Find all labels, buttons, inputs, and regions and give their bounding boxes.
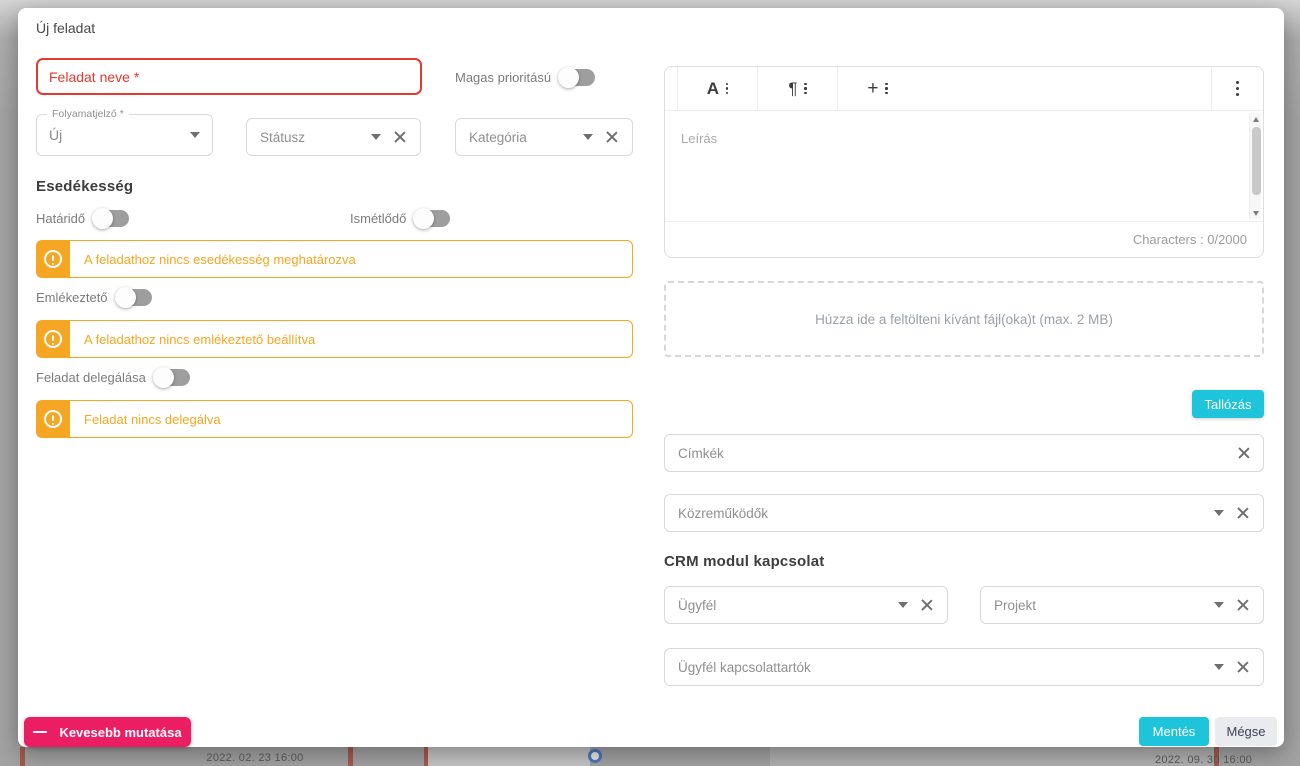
progress-select-label: Folyamatjelző * [47,108,129,120]
editor-overflow-menu-button[interactable] [1211,67,1263,110]
background-panel [770,747,1215,766]
due-section-heading: Esedékesség [36,178,133,195]
clear-icon[interactable] [1236,660,1250,674]
recurring-toggle[interactable] [416,210,450,227]
more-dots-icon [804,83,806,95]
clear-icon[interactable] [1236,598,1250,612]
kebab-menu-icon [1236,81,1239,96]
tags-input[interactable] [664,434,1264,472]
editor-toolbar: A ¶ + [665,67,1263,111]
character-counter: Characters : 0/2000 [1133,232,1247,247]
clear-icon[interactable] [605,130,619,144]
deadline-toggle[interactable] [95,210,129,227]
scroll-down-icon[interactable] [1250,207,1262,219]
due-warning-text: A feladathoz nincs esedékesség meghatáro… [84,252,356,267]
high-priority-label: Magas prioritású [455,70,551,85]
insert-menu-button[interactable]: + [837,67,917,110]
background-gantt-bar [424,747,428,766]
delegate-label: Feladat delegálása [36,370,146,385]
project-placeholder: Projekt [981,598,1214,613]
status-select[interactable]: Státusz [246,118,421,156]
progress-select-value: Új [37,127,190,143]
scrollbar-thumb[interactable] [1252,127,1261,195]
save-button[interactable]: Mentés [1139,717,1209,746]
chevron-down-icon[interactable] [898,602,908,608]
high-priority-row: Magas prioritású [455,69,595,86]
scroll-up-icon[interactable] [1250,113,1262,125]
description-editor: A ¶ + Leírás Charac [664,66,1264,258]
background-ring-icon [588,749,602,763]
reminder-label: Emlékeztető [36,290,108,305]
reminder-warning-text: A feladathoz nincs emlékeztető beállítva [84,332,315,347]
chevron-down-icon[interactable] [190,132,200,138]
chevron-down-icon[interactable] [583,134,593,140]
reminder-warning-banner: A feladathoz nincs emlékeztető beállítva [36,320,633,358]
recurring-label: Ismétlődő [350,211,406,226]
show-less-button[interactable]: Kevesebb mutatása [24,717,191,747]
file-dropzone[interactable]: Húzza ide a feltölteni kívánt fájl(oka)t… [664,281,1264,357]
client-contacts-placeholder: Ügyfél kapcsolattartók [665,660,1214,675]
due-warning-banner: A feladathoz nincs esedékesség meghatáro… [36,240,633,278]
client-select[interactable]: Ügyfél [664,586,948,624]
warning-icon [36,240,70,278]
project-select[interactable]: Projekt [980,586,1264,624]
clear-icon[interactable] [920,598,934,612]
paragraph-icon: ¶ [788,79,797,99]
progress-select[interactable]: Folyamatjelző * Új [36,114,213,156]
reminder-row: Emlékeztető [36,289,152,306]
recurring-row: Ismétlődő [350,210,450,227]
deadline-label: Határidő [36,211,85,226]
chevron-down-icon[interactable] [371,134,381,140]
font-menu-button[interactable]: A [677,67,757,110]
chevron-down-icon[interactable] [1214,510,1224,516]
more-dots-icon [726,83,728,95]
background-date-right: 2022. 09. 30 16:00 [1155,754,1300,766]
new-task-dialog: Új feladat Magas prioritású Folyamatjelz… [18,8,1284,747]
crm-section-heading: CRM modul kapcsolat [664,553,825,570]
high-priority-toggle[interactable] [561,69,595,86]
warning-icon [36,400,70,438]
delegate-toggle[interactable] [156,369,190,386]
paragraph-menu-button[interactable]: ¶ [757,67,837,110]
tags-field [664,434,1264,472]
font-icon: A [707,79,719,99]
status-select-placeholder: Státusz [247,130,371,145]
reminder-toggle[interactable] [118,289,152,306]
warning-icon [36,320,70,358]
clear-icon[interactable] [393,130,407,144]
category-select-placeholder: Kategória [456,130,583,145]
chevron-down-icon[interactable] [1214,602,1224,608]
cancel-button[interactable]: Mégse [1215,717,1277,746]
collaborators-select[interactable]: Közreműködők [664,494,1264,532]
delegate-row: Feladat delegálása [36,369,190,386]
delegate-warning-text: Feladat nincs delegálva [84,412,221,427]
editor-scrollbar[interactable] [1249,113,1261,219]
collaborators-placeholder: Közreműködők [665,506,1214,521]
category-select[interactable]: Kategória [455,118,633,156]
dialog-title: Új feladat [36,20,95,36]
chevron-down-icon[interactable] [1214,664,1224,670]
minus-icon [33,731,47,734]
client-contacts-select[interactable]: Ügyfél kapcsolattartók [664,648,1264,686]
client-placeholder: Ügyfél [665,598,898,613]
deadline-row: Határidő [36,210,129,227]
clear-icon[interactable] [1236,506,1250,520]
background-gantt-bar [20,747,25,766]
task-name-input[interactable] [36,58,422,95]
show-less-label: Kevesebb mutatása [59,725,181,740]
background-date-left: 2022. 02. 23 16:00 [170,752,340,764]
delegate-warning-banner: Feladat nincs delegálva [36,400,633,438]
browse-button[interactable]: Tallózás [1192,390,1264,418]
more-dots-icon [885,83,887,95]
clear-icon[interactable] [1237,446,1251,460]
background-gantt-bar [348,747,353,766]
description-textarea[interactable]: Leírás [665,111,1263,221]
dropzone-text: Húzza ide a feltölteni kívánt fájl(oka)t… [815,312,1113,327]
description-placeholder: Leírás [681,131,717,146]
plus-icon: + [867,78,878,100]
background-panel [428,747,590,766]
